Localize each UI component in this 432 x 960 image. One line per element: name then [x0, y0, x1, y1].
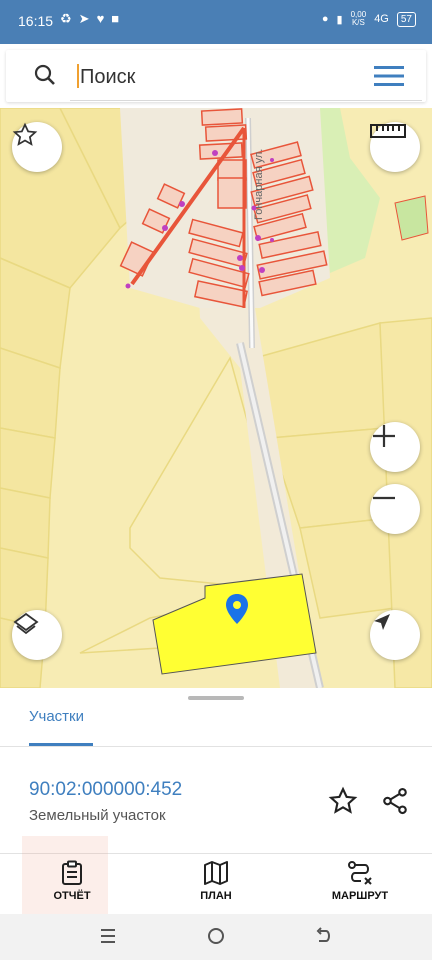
net-speed: 0,00 K/S: [350, 10, 367, 27]
zoom-in-button[interactable]: [370, 422, 420, 472]
map-icon: [204, 861, 228, 885]
search-bar: [6, 50, 426, 102]
parcel-number[interactable]: 90:02:000000:452: [29, 779, 182, 801]
telegram-icon: ➤: [78, 11, 90, 26]
zoom-out-button[interactable]: [370, 484, 420, 534]
location-arrow-icon: [374, 614, 390, 630]
star-icon: [12, 122, 38, 146]
bottom-sheet[interactable]: Участки 90:02:000000:452 Земельный участ…: [0, 688, 432, 914]
plus-icon: [373, 425, 395, 447]
menu-icon[interactable]: [374, 65, 404, 87]
route-icon: [348, 861, 372, 885]
status-bar: 16:15 ♻ ➤ ♥ ■ ● ▮ 0,00 K/S 4G 57: [0, 0, 432, 44]
parcel-type: Земельный участок: [29, 807, 166, 824]
ruler-icon: [370, 124, 406, 138]
layers-icon: [13, 612, 39, 635]
favorites-button[interactable]: [12, 122, 62, 172]
recent-apps-icon[interactable]: [98, 926, 118, 946]
clipboard-icon: [62, 860, 82, 885]
measure-button[interactable]: [370, 122, 420, 172]
route-button[interactable]: МАРШРУТ: [310, 860, 410, 910]
location-icon: ●: [321, 13, 329, 25]
status-time: 16:15: [18, 13, 54, 29]
minus-icon: [373, 496, 395, 500]
report-label: ОТЧЁТ: [53, 890, 91, 902]
recycle-icon: ♻: [60, 11, 72, 26]
drag-handle[interactable]: [188, 696, 244, 700]
system-nav-bar: [0, 914, 432, 960]
map-view[interactable]: Гончарная ул.: [0, 108, 432, 688]
plan-label: ПЛАН: [200, 890, 232, 902]
network-type: 4G: [374, 13, 389, 25]
my-location-button[interactable]: [370, 610, 420, 660]
back-icon[interactable]: [314, 926, 334, 946]
route-label: МАРШРУТ: [331, 890, 389, 902]
search-icon[interactable]: [34, 64, 56, 86]
star-icon[interactable]: [328, 786, 358, 816]
square-icon: ■: [111, 11, 120, 26]
vibrate-icon: ▮: [336, 13, 343, 26]
map-canvas: Гончарная ул.: [0, 108, 432, 688]
layers-button[interactable]: [12, 610, 62, 660]
heart-icon: ♥: [96, 11, 105, 26]
text-caret: [77, 64, 79, 88]
report-button[interactable]: ОТЧЁТ: [22, 860, 122, 910]
home-icon[interactable]: [206, 926, 226, 946]
plan-button[interactable]: ПЛАН: [166, 860, 266, 910]
battery-indicator: 57: [396, 11, 416, 27]
search-input[interactable]: [72, 56, 382, 98]
share-icon[interactable]: [380, 786, 410, 816]
street-label: Гончарная ул.: [253, 149, 265, 220]
tab-parcels[interactable]: Участки: [29, 708, 84, 725]
